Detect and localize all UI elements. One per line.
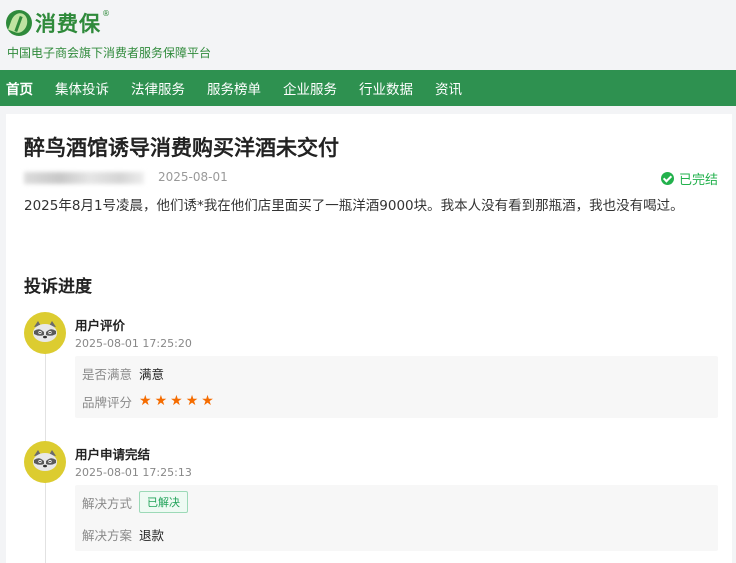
entry-time: 2025-08-01 17:25:13 xyxy=(75,466,192,479)
status-badge: 已完结 xyxy=(660,169,718,188)
entry-detail: 是否满意 满意 品牌评分 ★ ★ ★ ★ ★ xyxy=(75,356,718,418)
site-tagline: 中国电子商会旗下消费者服务保障平台 xyxy=(7,46,212,60)
nav-item-news[interactable]: 资讯 xyxy=(435,78,462,98)
detail-row: 解决方案 退款 xyxy=(82,524,164,544)
timeline-entry: 用户申请完结 2025-08-01 17:25:13 解决方式 已解决 解决方案… xyxy=(24,441,718,556)
nav-item-legal-services[interactable]: 法律服务 xyxy=(131,78,185,98)
raccoon-face xyxy=(33,321,57,342)
row-value: 满意 xyxy=(139,366,165,382)
complaint-card: 醉鸟酒馆诱导消费购买洋酒未交付 2025-08-01 已完结 2025年8月1号… xyxy=(6,114,732,563)
star-icon: ★ xyxy=(139,393,152,409)
row-label: 解决方案 xyxy=(82,527,133,543)
star-icon: ★ xyxy=(185,393,199,409)
entry-title: 用户申请完结 xyxy=(75,447,151,462)
detail-row: 解决方式 已解决 xyxy=(82,491,188,513)
nav-item-home[interactable]: 首页 xyxy=(6,78,33,98)
row-value: 退款 xyxy=(139,527,165,543)
nav-item-industry-data[interactable]: 行业数据 xyxy=(359,78,413,98)
raccoon-avatar-icon xyxy=(24,312,66,354)
entry-detail: 解决方式 已解决 解决方案 退款 xyxy=(75,485,718,551)
nav-item-enterprise-services[interactable]: 企业服务 xyxy=(283,78,337,98)
complaint-description: 2025年8月1号凌晨，他们诱*我在他们店里面买了一瓶洋酒9000块。我本人没有… xyxy=(24,198,684,214)
star-icon: ★ xyxy=(170,393,183,409)
complaint-date: 2025-08-01 xyxy=(158,170,228,184)
nav-item-collective-complaints[interactable]: 集体投诉 xyxy=(55,78,109,98)
timeline-entry: 用户评价 2025-08-01 17:25:20 是否满意 满意 品牌评分 ★ … xyxy=(24,312,718,422)
detail-row: 品牌评分 ★ ★ ★ ★ ★ xyxy=(82,391,217,411)
resolved-badge: 已解决 xyxy=(139,491,188,513)
detail-row: 是否满意 满意 xyxy=(82,363,164,383)
check-circle-icon xyxy=(660,172,674,185)
blurred-username xyxy=(24,172,144,184)
registered-mark: ® xyxy=(102,8,110,18)
site-header: 消费保 ® 中国电子商会旗下消费者服务保障平台 xyxy=(0,0,736,70)
status-label: 已完结 xyxy=(678,173,718,188)
brand-rating: ★ ★ ★ ★ ★ xyxy=(139,394,217,408)
raccoon-avatar-icon xyxy=(24,441,66,483)
logo-text: 消费保 xyxy=(35,12,101,36)
entry-title: 用户评价 xyxy=(75,318,126,333)
complaint-title: 醉鸟酒馆诱导消费购买洋酒未交付 xyxy=(24,136,339,160)
main-nav: 首页 集体投诉 法律服务 服务榜单 企业服务 行业数据 资讯 xyxy=(0,70,736,106)
entry-time: 2025-08-01 17:25:20 xyxy=(75,337,192,350)
row-label: 品牌评分 xyxy=(82,394,133,410)
star-icon: ★ xyxy=(201,393,214,409)
star-icon: ★ xyxy=(154,393,168,409)
site-logo[interactable]: 消费保 ® xyxy=(6,8,110,38)
leaf-logo-icon xyxy=(6,10,32,36)
nav-item-service-rankings[interactable]: 服务榜单 xyxy=(207,78,261,98)
row-label: 是否满意 xyxy=(82,366,133,382)
raccoon-face xyxy=(33,450,57,471)
row-label: 解决方式 xyxy=(82,495,133,511)
progress-section-title: 投诉进度 xyxy=(24,277,92,297)
complaint-meta: 2025-08-01 已完结 xyxy=(24,168,718,188)
